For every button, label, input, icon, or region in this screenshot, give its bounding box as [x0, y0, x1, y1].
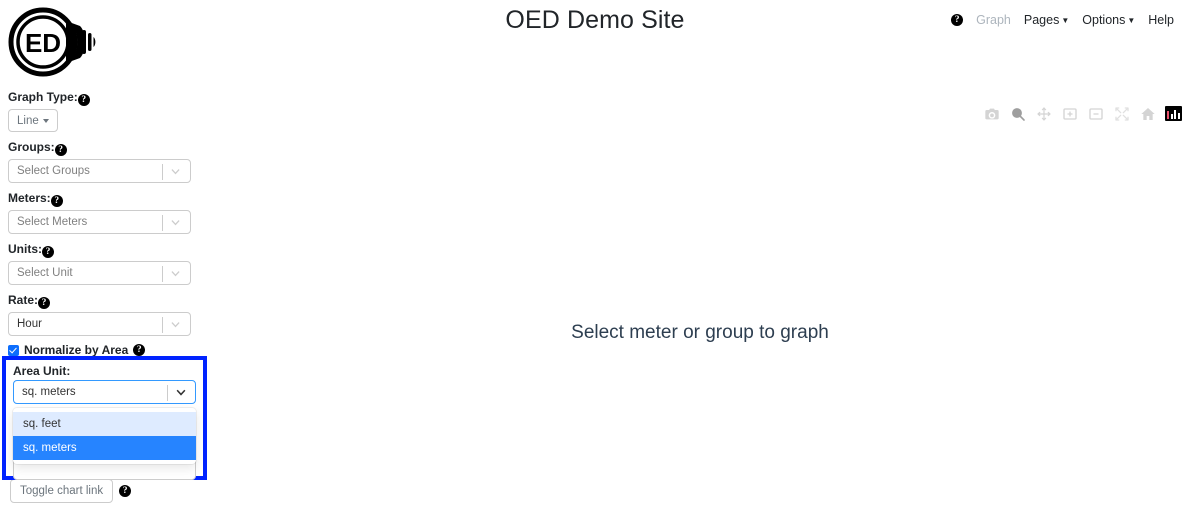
rate-value: Hour — [17, 318, 42, 330]
controls-sidebar: Graph Type:? Line Groups:? Select Groups… — [8, 90, 208, 357]
groups-placeholder: Select Groups — [17, 165, 90, 177]
separator — [162, 317, 163, 333]
help-icon[interactable]: ? — [77, 94, 90, 106]
rate-label-text: Rate: — [8, 293, 39, 307]
graph-type-dropdown[interactable]: Line — [8, 109, 58, 132]
nav-item-options-label: Options — [1082, 13, 1126, 27]
area-unit-option-sq-feet[interactable]: sq. feet — [13, 412, 196, 436]
graph-type-label-text: Graph Type: — [8, 90, 78, 104]
groups-label: Groups:? — [8, 140, 208, 156]
meters-placeholder: Select Meters — [17, 216, 88, 228]
help-icon[interactable]: ? — [50, 195, 63, 207]
download-camera-icon[interactable] — [983, 105, 1000, 122]
meters-select[interactable]: Select Meters — [8, 210, 191, 234]
units-label: Units:? — [8, 242, 208, 258]
area-unit-label: Area Unit: — [13, 364, 71, 378]
area-unit-highlight-box: Area Unit: sq. meters sq. feet sq. meter… — [2, 356, 207, 480]
separator — [162, 215, 163, 231]
graph-panel: Select meter or group to graph — [215, 60, 1190, 514]
nav-item-pages-label: Pages — [1023, 13, 1060, 27]
graph-type-label: Graph Type:? — [8, 90, 208, 106]
normalize-by-area-label: Normalize by Area — [24, 343, 129, 357]
help-icon[interactable]: ? — [951, 14, 964, 26]
help-icon[interactable]: ? — [133, 344, 146, 356]
graph-empty-state-message: Select meter or group to graph — [571, 322, 829, 343]
units-placeholder: Select Unit — [17, 267, 73, 279]
meters-label: Meters:? — [8, 191, 208, 207]
help-icon[interactable]: ? — [38, 297, 51, 309]
nav-item-options[interactable]: Options ▼ — [1082, 13, 1135, 27]
graph-type-value: Line — [17, 114, 39, 127]
groups-label-text: Groups: — [8, 140, 55, 154]
help-icon[interactable]: ? — [119, 485, 132, 497]
chevron-down-icon[interactable] — [169, 313, 182, 335]
chevron-down-icon[interactable] — [169, 160, 182, 182]
rate-select[interactable]: Hour — [8, 312, 191, 336]
help-icon[interactable]: ? — [42, 246, 54, 258]
nav-item-help[interactable]: Help — [1148, 13, 1174, 27]
pan-move-icon[interactable] — [1035, 105, 1052, 122]
reset-home-icon[interactable] — [1139, 105, 1156, 122]
chevron-down-icon[interactable] — [169, 211, 182, 233]
area-unit-value: sq. meters — [22, 386, 76, 398]
normalize-by-area-row[interactable]: Normalize by Area? — [8, 343, 208, 357]
normalize-by-area-checkbox[interactable] — [8, 344, 19, 356]
area-unit-dropdown-menu: sq. feet sq. meters — [13, 408, 196, 464]
chevron-down-icon[interactable] — [174, 381, 188, 403]
plotly-modebar — [983, 105, 1182, 122]
area-unit-select[interactable]: sq. meters — [13, 380, 196, 404]
groups-select[interactable]: Select Groups — [8, 159, 191, 183]
chevron-down-icon[interactable] — [169, 262, 182, 284]
separator — [167, 385, 168, 401]
zoom-out-icon[interactable] — [1087, 105, 1104, 122]
top-navigation: ? Graph Pages ▼ Options ▼ Help — [951, 13, 1174, 27]
chevron-down-icon: ▼ — [1061, 16, 1070, 25]
nav-item-pages[interactable]: Pages ▼ — [1024, 13, 1069, 27]
help-icon[interactable]: ? — [54, 144, 67, 156]
caret-down-icon — [42, 118, 49, 123]
separator — [162, 266, 163, 282]
plotly-logo-icon[interactable] — [1165, 106, 1182, 121]
zoom-magnifier-icon[interactable] — [1009, 105, 1026, 122]
meters-label-text: Meters: — [8, 191, 51, 205]
units-select[interactable]: Select Unit — [8, 261, 191, 285]
area-unit-option-sq-meters[interactable]: sq. meters — [13, 436, 196, 460]
zoom-in-icon[interactable] — [1061, 105, 1078, 122]
units-label-text: Units: — [8, 242, 42, 256]
toggle-chart-link-button[interactable]: Toggle chart link — [10, 479, 114, 503]
toggle-chart-link-row: Toggle chart link ? — [10, 479, 132, 503]
autoscale-icon[interactable] — [1113, 105, 1130, 122]
nav-item-graph[interactable]: Graph — [976, 13, 1011, 27]
separator — [162, 164, 163, 180]
chevron-down-icon: ▼ — [1127, 16, 1136, 25]
rate-label: Rate:? — [8, 293, 208, 309]
